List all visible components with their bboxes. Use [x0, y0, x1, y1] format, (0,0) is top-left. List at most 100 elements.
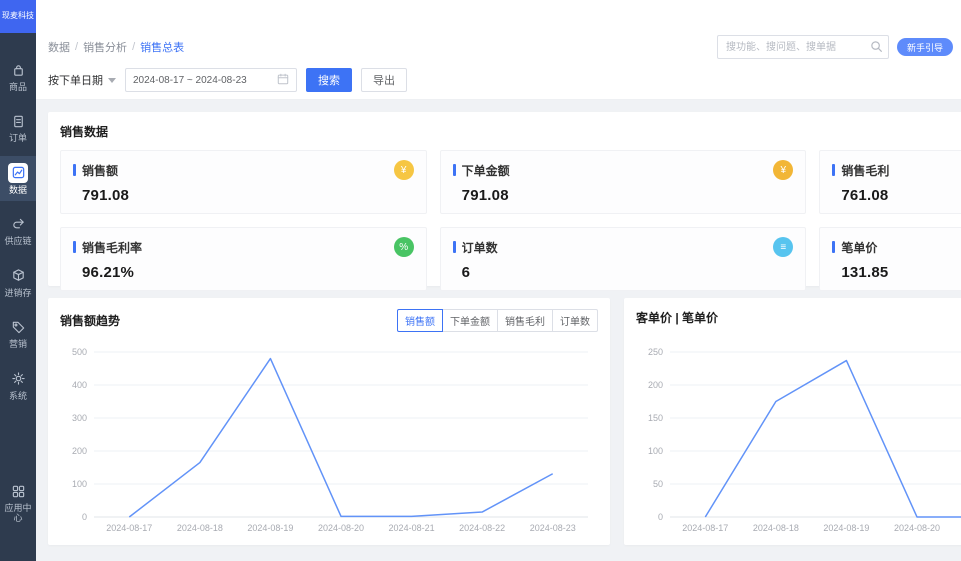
svg-text:300: 300	[72, 413, 87, 423]
order-list-icon: ≡	[773, 237, 793, 257]
search-button[interactable]: 搜索	[306, 68, 352, 92]
section-title: 销售数据	[60, 123, 961, 140]
filter-toolbar: 按下单日期 2024-08-17 ~ 2024-08-23 搜索 导出	[36, 62, 961, 98]
stat-value: 96.21%	[82, 264, 414, 281]
breadcrumb-row: 数据 / 销售分析 / 销售总表 新手引导	[36, 32, 961, 62]
svg-text:2024-08-17: 2024-08-17	[682, 523, 728, 533]
svg-text:100: 100	[72, 479, 87, 489]
svg-text:2024-08-20: 2024-08-20	[318, 523, 364, 533]
svg-text:2024-08-17: 2024-08-17	[106, 523, 152, 533]
svg-text:0: 0	[82, 512, 87, 522]
sidebar-item-label: 系统	[2, 392, 34, 401]
stat-top: 笔单价	[832, 237, 961, 257]
marketing-tag-icon	[8, 317, 28, 337]
accent-bar	[453, 241, 456, 253]
sidebar-item-goods[interactable]: 商品	[0, 53, 36, 98]
breadcrumb-item[interactable]: 销售分析	[83, 39, 127, 55]
tab-gross-profit[interactable]: 销售毛利	[497, 309, 553, 332]
sidebar-item-label: 数据	[2, 186, 34, 195]
header: 数据 / 销售分析 / 销售总表 新手引导 按下单日期	[36, 0, 961, 100]
svg-text:2024-08-21: 2024-08-21	[389, 523, 435, 533]
tab-order-count[interactable]: 订单数	[552, 309, 598, 332]
stats-grid: 销售额 ¥ 791.08 下单金额 ¥ 791.08 销售毛利	[60, 150, 961, 291]
stat-label: 下单金额	[462, 162, 510, 179]
breadcrumb-separator: /	[75, 41, 78, 53]
sidebar-item-label: 订单	[2, 134, 34, 143]
calendar-icon	[277, 73, 289, 88]
header-right: 新手引导	[717, 35, 953, 59]
accent-bar	[832, 241, 835, 253]
chevron-down-icon	[108, 78, 116, 83]
percent-icon: %	[394, 237, 414, 257]
breadcrumb-item[interactable]: 数据	[48, 39, 70, 55]
stat-label: 销售毛利	[841, 162, 889, 179]
orders-icon	[8, 111, 28, 131]
global-search-input[interactable]	[717, 35, 889, 59]
sidebar-item-label: 供应链	[2, 237, 34, 246]
sidebar-item-supply-chain[interactable]: 供应链	[0, 207, 36, 252]
stat-tile-order-amount: 下单金额 ¥ 791.08	[440, 150, 807, 214]
stat-label: 笔单价	[841, 239, 877, 256]
accent-bar	[832, 164, 835, 176]
goods-icon	[8, 60, 28, 80]
sidebar-item-label: 营销	[2, 340, 34, 349]
svg-text:150: 150	[648, 413, 663, 423]
beginner-guide-button[interactable]: 新手引导	[897, 38, 953, 56]
date-type-label: 按下单日期	[48, 72, 103, 88]
stat-top: 销售毛利率 %	[73, 237, 414, 257]
sidebar-item-data[interactable]: 数据	[0, 156, 36, 201]
svg-text:2024-08-18: 2024-08-18	[177, 523, 223, 533]
sidebar-nav: 商品 订单 数据 供应链	[0, 33, 36, 561]
sidebar-item-marketing[interactable]: 营销	[0, 310, 36, 355]
sidebar-item-label: 商品	[2, 83, 34, 92]
stat-tile-sales-amount: 销售额 ¥ 791.08	[60, 150, 427, 214]
export-button[interactable]: 导出	[361, 68, 407, 92]
sidebar-item-inventory[interactable]: 进销存	[0, 259, 36, 304]
sidebar-item-orders[interactable]: 订单	[0, 104, 36, 149]
svg-text:2024-08-22: 2024-08-22	[459, 523, 505, 533]
stat-label: 销售额	[82, 162, 118, 179]
chart-header: 客单价 | 笔单价	[624, 298, 961, 326]
date-range-picker[interactable]: 2024-08-17 ~ 2024-08-23	[125, 68, 297, 92]
accent-bar	[453, 164, 456, 176]
stat-value: 791.08	[462, 187, 794, 204]
global-search	[717, 35, 889, 59]
app-root: 现麦科技 商品 订单 数据	[0, 0, 961, 561]
svg-text:100: 100	[648, 446, 663, 456]
price-chart-card: 客单价 | 笔单价 0501001502002502024-08-172024-…	[624, 298, 961, 545]
stat-top: 销售额 ¥	[73, 160, 414, 180]
svg-text:2024-08-20: 2024-08-20	[894, 523, 940, 533]
tab-sales-amount[interactable]: 销售额	[397, 309, 443, 332]
yuan-coin-icon: ¥	[773, 160, 793, 180]
accent-bar	[73, 241, 76, 253]
sales-data-section: 销售数据 销售额 ¥ 791.08 下单金额 ¥ 791.08	[48, 112, 961, 286]
stat-value: 791.08	[82, 187, 414, 204]
search-icon[interactable]	[870, 40, 883, 58]
supply-chain-icon	[8, 214, 28, 234]
stat-tile-per-order-price: 笔单价 131.85	[819, 227, 961, 291]
stat-label: 订单数	[462, 239, 498, 256]
tab-order-amount[interactable]: 下单金额	[442, 309, 498, 332]
date-range-value: 2024-08-17 ~ 2024-08-23	[133, 75, 247, 86]
stat-value: 6	[462, 264, 794, 281]
svg-text:200: 200	[648, 380, 663, 390]
svg-text:250: 250	[648, 347, 663, 357]
svg-text:2024-08-19: 2024-08-19	[247, 523, 293, 533]
stat-label: 销售毛利率	[82, 239, 142, 256]
inventory-cube-icon	[8, 266, 28, 286]
stat-top: 订单数 ≡	[453, 237, 794, 257]
svg-text:200: 200	[72, 446, 87, 456]
price-line-chart: 0501001502002502024-08-172024-08-182024-…	[634, 342, 961, 539]
sidebar-item-system[interactable]: 系统	[0, 362, 36, 407]
system-gear-icon	[8, 369, 28, 389]
sidebar-item-app-center[interactable]: 应用中心	[0, 474, 36, 529]
date-type-select[interactable]: 按下单日期	[48, 72, 116, 88]
data-chart-icon	[8, 163, 28, 183]
stat-tile-gross-margin: 销售毛利率 % 96.21%	[60, 227, 427, 291]
accent-bar	[73, 164, 76, 176]
svg-text:0: 0	[658, 512, 663, 522]
sidebar-item-label: 应用中心	[2, 504, 34, 523]
chart-title: 客单价 | 笔单价	[636, 309, 718, 326]
stat-value: 761.08	[841, 187, 961, 204]
stat-top: 销售毛利	[832, 160, 961, 180]
